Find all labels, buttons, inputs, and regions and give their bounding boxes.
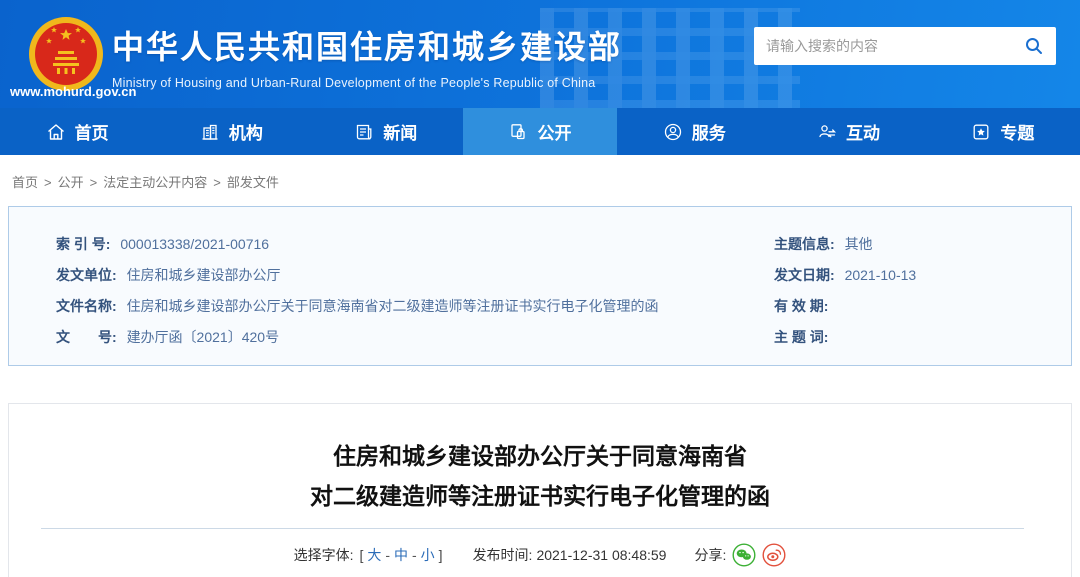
- nav-item-label: 服务: [691, 124, 726, 143]
- nav-item-disclosure[interactable]: 公开: [462, 108, 618, 155]
- china-national-emblem-icon: [29, 17, 103, 91]
- font-size-separator: -: [385, 547, 390, 563]
- breadcrumb-separator: >: [213, 175, 221, 190]
- site-title: 中华人民共和国住房和城乡建设部: [112, 29, 623, 65]
- meta-row-topic-info: 主题信息: 其他: [774, 229, 1051, 260]
- meta-label: 索 引 号:: [56, 236, 111, 252]
- nav-item-home[interactable]: 首页: [0, 108, 154, 155]
- breadcrumb-separator: >: [44, 175, 52, 190]
- site-header: 中华人民共和国住房和城乡建设部 Ministry of Housing and …: [0, 0, 1080, 108]
- search-icon[interactable]: [1024, 36, 1044, 56]
- meta-row-index-number: 索 引 号: 000013338/2021-00716: [56, 229, 756, 260]
- document-meta-box: 索 引 号: 000013338/2021-00716 发文单位: 住房和城乡建…: [8, 206, 1072, 366]
- meta-row-issuing-unit: 发文单位: 住房和城乡建设部办公厅: [56, 260, 756, 291]
- meta-row-document-name: 文件名称: 住房和城乡建设部办公厅关于同意海南省对二级建造师等注册证书实行电子化…: [56, 291, 756, 322]
- font-bracket-close: ]: [438, 547, 443, 563]
- main-nav: 首页 机构 新闻 公开 服务 互动 专题: [0, 108, 1080, 155]
- meta-value: 其他: [844, 236, 873, 252]
- nav-item-label: 新闻: [383, 124, 418, 143]
- site-subtitle: Ministry of Housing and Urban-Rural Deve…: [112, 76, 596, 90]
- article-title-line1: 住房和城乡建设部办公厅关于同意海南省: [333, 443, 747, 469]
- publish-time-label: 发布时间:: [472, 547, 533, 563]
- meta-value: 000013338/2021-00716: [120, 236, 270, 252]
- article-title-line2: 对二级建造师等注册证书实行电子化管理的函: [310, 483, 770, 509]
- title-divider: [41, 528, 1024, 529]
- meta-row-keywords: 主 题 词:: [774, 322, 1051, 353]
- nav-item-label: 首页: [74, 124, 109, 143]
- topics-icon: [971, 122, 991, 142]
- home-icon: [46, 122, 66, 142]
- nav-item-label: 专题: [1000, 124, 1035, 143]
- meta-value: 住房和城乡建设部办公厅关于同意海南省对二级建造师等注册证书实行电子化管理的函: [126, 298, 659, 314]
- font-size-medium-button[interactable]: 中: [394, 545, 408, 565]
- weibo-icon[interactable]: [762, 543, 786, 567]
- meta-row-validity: 有 效 期:: [774, 291, 1051, 322]
- meta-value: 2021-10-13: [844, 267, 917, 283]
- meta-label: 文 号:: [56, 329, 117, 345]
- service-icon: [663, 122, 683, 142]
- meta-label: 发文日期:: [774, 267, 835, 283]
- wechat-icon[interactable]: [732, 543, 756, 567]
- meta-label: 发文单位:: [56, 267, 117, 283]
- news-icon: [354, 122, 374, 142]
- share-label: 分享:: [694, 547, 727, 563]
- publish-time-value: 2021-12-31 08:48:59: [536, 547, 667, 563]
- font-size-large-button[interactable]: 大: [367, 545, 381, 565]
- meta-label: 有 效 期:: [774, 298, 829, 314]
- font-size-separator: -: [412, 547, 417, 563]
- breadcrumb-item-disclosure[interactable]: 公开: [58, 175, 84, 190]
- meta-label: 文件名称:: [56, 298, 117, 314]
- nav-item-interaction[interactable]: 互动: [771, 108, 925, 155]
- site-url: www.mohurd.gov.cn: [10, 84, 137, 99]
- article-title: 住房和城乡建设部办公厅关于同意海南省 对二级建造师等注册证书实行电子化管理的函: [9, 436, 1071, 516]
- meta-row-issue-date: 发文日期: 2021-10-13: [774, 260, 1051, 291]
- breadcrumb: 首页 > 公开 > 法定主动公开内容 > 部发文件: [0, 155, 1080, 206]
- meta-label: 主 题 词:: [774, 329, 829, 345]
- font-size-small-button[interactable]: 小: [421, 545, 435, 565]
- article-box: 住房和城乡建设部办公厅关于同意海南省 对二级建造师等注册证书实行电子化管理的函 …: [8, 403, 1072, 577]
- nav-item-organization[interactable]: 机构: [154, 108, 308, 155]
- search-input[interactable]: [766, 38, 1024, 54]
- nav-item-service[interactable]: 服务: [617, 108, 771, 155]
- nav-item-label: 机构: [228, 124, 263, 143]
- site-title-block: 中华人民共和国住房和城乡建设部 Ministry of Housing and …: [112, 22, 622, 90]
- share-group: 分享:: [694, 543, 786, 567]
- meta-value: 住房和城乡建设部办公厅: [126, 267, 281, 283]
- meta-label: 主题信息:: [774, 236, 835, 252]
- meta-row-document-number: 文 号: 建办厅函〔2021〕420号: [56, 322, 756, 353]
- nav-item-label: 公开: [537, 124, 572, 143]
- breadcrumb-item-statutory-content[interactable]: 法定主动公开内容: [103, 175, 207, 190]
- meta-value: 建办厅函〔2021〕420号: [126, 329, 280, 345]
- meta-column-right: 主题信息: 其他 发文日期: 2021-10-13 有 效 期: 主 题 词:: [774, 229, 1051, 353]
- breadcrumb-item-ministry-documents[interactable]: 部发文件: [227, 175, 279, 190]
- disclosure-icon: [508, 122, 528, 142]
- breadcrumb-item-home[interactable]: 首页: [12, 175, 38, 190]
- nav-item-news[interactable]: 新闻: [309, 108, 463, 155]
- organization-icon: [200, 122, 220, 142]
- breadcrumb-separator: >: [89, 175, 98, 190]
- meta-column-left: 索 引 号: 000013338/2021-00716 发文单位: 住房和城乡建…: [56, 229, 756, 353]
- nav-item-label: 互动: [846, 124, 881, 143]
- search-box: [754, 27, 1056, 65]
- nav-item-topics[interactable]: 专题: [926, 108, 1080, 155]
- interaction-icon: [817, 122, 837, 142]
- font-bracket-open: [: [359, 547, 364, 563]
- article-meta-row: 选择字体: [ 大 - 中 - 小 ] 发布时间: 2021-12-31 08:…: [9, 543, 1071, 567]
- font-size-label: 选择字体:: [293, 547, 354, 563]
